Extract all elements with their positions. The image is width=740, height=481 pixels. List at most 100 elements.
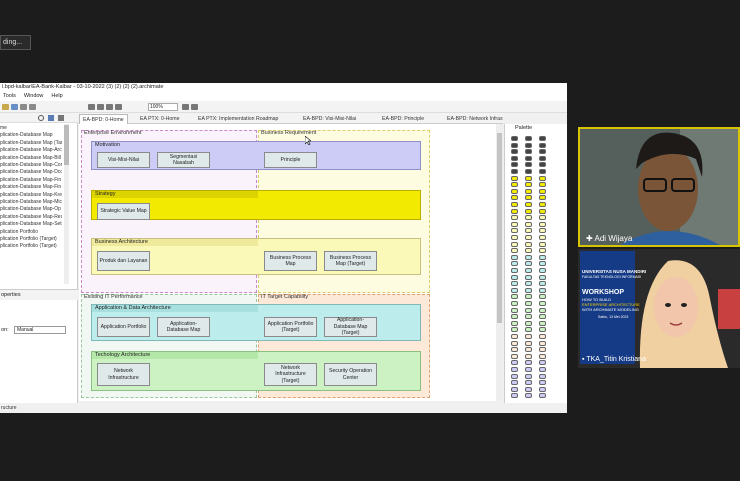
palette-tool-icon[interactable] bbox=[539, 182, 546, 188]
palette-tool-icon[interactable] bbox=[525, 215, 532, 221]
palette-tool-icon[interactable] bbox=[525, 380, 532, 386]
palette-tool-icon[interactable] bbox=[511, 149, 518, 155]
tree-item[interactable]: plication-Database Map-Bill bbox=[0, 155, 62, 162]
tree-item[interactable]: plication-Database Map-Res bbox=[0, 214, 62, 221]
palette-tool-icon[interactable] bbox=[525, 287, 532, 293]
palette-tool-icon[interactable] bbox=[511, 182, 518, 188]
canvas-scroll-thumb[interactable] bbox=[497, 133, 502, 323]
palette-tool-icon[interactable] bbox=[525, 254, 532, 260]
element-segmentasi-nasabah[interactable]: Segmentasi Nasabah bbox=[157, 152, 210, 168]
palette-tool-icon[interactable] bbox=[511, 241, 518, 247]
palette-tool-icon[interactable] bbox=[539, 393, 546, 399]
palette-tool-icon[interactable] bbox=[539, 334, 546, 339]
palette-tool-icon[interactable] bbox=[525, 393, 532, 399]
palette-tool-icon[interactable] bbox=[525, 228, 532, 234]
palette-tool-icon[interactable] bbox=[539, 208, 546, 214]
palette-tool-icon[interactable] bbox=[539, 360, 546, 366]
palette-tool-icon[interactable] bbox=[511, 327, 518, 333]
tree-item[interactable]: plication-Database Map (Tar bbox=[0, 140, 62, 147]
tab-network-infrastructure[interactable]: EA-BPD: Network Infrastructure bbox=[444, 114, 503, 124]
palette-tool-icon[interactable] bbox=[511, 195, 518, 201]
palette-tool-icon[interactable] bbox=[511, 294, 518, 300]
filter-icon[interactable] bbox=[48, 115, 54, 121]
align-icon[interactable] bbox=[88, 104, 95, 110]
palette-tool-icon[interactable] bbox=[511, 373, 518, 379]
palette-tool-icon[interactable] bbox=[539, 261, 546, 267]
undo-icon[interactable] bbox=[20, 104, 27, 110]
color-icon[interactable] bbox=[115, 104, 122, 110]
tree-item[interactable]: plication-Database Map-Op bbox=[0, 206, 62, 213]
tree-item[interactable]: plication-Database Map-Mic bbox=[0, 199, 62, 206]
palette-tool-icon[interactable] bbox=[511, 142, 518, 148]
palette-tool-icon[interactable] bbox=[539, 169, 546, 174]
palette-tool-icon[interactable] bbox=[539, 136, 546, 141]
palette-tool-icon[interactable] bbox=[539, 340, 546, 346]
element-security-operation-center[interactable]: Security Operation Center bbox=[324, 363, 377, 386]
palette-tool-icon[interactable] bbox=[525, 347, 532, 353]
palette-tool-icon[interactable] bbox=[511, 215, 518, 221]
palette-tool-icon[interactable] bbox=[539, 175, 546, 181]
palette-tool-icon[interactable] bbox=[539, 142, 546, 148]
font-icon[interactable] bbox=[106, 104, 113, 110]
palette-tool-icon[interactable] bbox=[511, 155, 518, 161]
tree-item[interactable]: plication Portfolio (Target) bbox=[0, 243, 62, 250]
palette-tool-icon[interactable] bbox=[539, 314, 546, 320]
palette-tool-icon[interactable] bbox=[525, 261, 532, 267]
element-application-database-map-target[interactable]: Application-Database Map (Target) bbox=[324, 317, 377, 337]
palette-tool-icon[interactable] bbox=[525, 208, 532, 214]
palette-tool-icon[interactable] bbox=[525, 195, 532, 201]
collapse-icon[interactable] bbox=[58, 115, 64, 121]
palette-tool-icon[interactable] bbox=[539, 221, 546, 227]
tab-implementation-roadmap[interactable]: EA PTX: Implementation Roadmap bbox=[195, 114, 281, 124]
palette-tool-icon[interactable] bbox=[525, 373, 532, 379]
search-icon[interactable] bbox=[38, 115, 44, 121]
palette-tool-icon[interactable] bbox=[525, 386, 532, 392]
palette-tool-icon[interactable] bbox=[511, 268, 518, 273]
palette-tool-icon[interactable] bbox=[525, 241, 532, 247]
palette-tool-icon[interactable] bbox=[539, 373, 546, 379]
element-visi-misi-nilai[interactable]: Visi-Misi-Nilai bbox=[97, 152, 150, 168]
palette-tool-icon[interactable] bbox=[539, 301, 546, 306]
palette-tool-icon[interactable] bbox=[525, 327, 532, 333]
palette-tool-icon[interactable] bbox=[539, 248, 546, 254]
participant-tile-titin[interactable]: UNIVERSITAS NUSA MANDIRI FAKULTAS TEKNOL… bbox=[578, 249, 740, 368]
palette-tool-icon[interactable] bbox=[525, 320, 532, 326]
palette-tool-icon[interactable] bbox=[525, 268, 532, 273]
palette-tool-icon[interactable] bbox=[511, 353, 518, 359]
palette-tool-icon[interactable] bbox=[511, 281, 518, 287]
tree-item[interactable]: plication Portfolio (Target) bbox=[0, 236, 62, 243]
palette-tool-icon[interactable] bbox=[511, 347, 518, 353]
palette-tool-icon[interactable] bbox=[511, 169, 518, 174]
zoom-in-icon[interactable] bbox=[182, 104, 189, 110]
palette-tool-icon[interactable] bbox=[525, 142, 532, 148]
palette-tool-icon[interactable] bbox=[539, 287, 546, 293]
redo-icon[interactable] bbox=[29, 104, 36, 110]
tree-item[interactable]: plication-Database Map-Arc bbox=[0, 147, 62, 154]
palette-tool-icon[interactable] bbox=[525, 155, 532, 161]
palette-tool-icon[interactable] bbox=[539, 202, 546, 207]
palette-tool-icon[interactable] bbox=[525, 274, 532, 280]
palette-tool-icon[interactable] bbox=[511, 287, 518, 293]
menu-help[interactable]: Help bbox=[51, 93, 62, 99]
tab-principle[interactable]: EA-BPD: Principle bbox=[379, 114, 427, 124]
tab-bpd-home[interactable]: EA-BPD: 0-Home bbox=[79, 114, 128, 124]
palette-tool-icon[interactable] bbox=[525, 136, 532, 141]
palette-tool-icon[interactable] bbox=[525, 360, 532, 366]
palette-tool-icon[interactable] bbox=[511, 228, 518, 234]
palette-tool-icon[interactable] bbox=[539, 155, 546, 161]
palette-tool-icon[interactable] bbox=[539, 380, 546, 386]
tree-item[interactable]: plication-Database Map-Fin bbox=[0, 184, 62, 191]
open-folder-icon[interactable] bbox=[2, 104, 9, 110]
zoom-out-icon[interactable] bbox=[191, 104, 198, 110]
palette-tool-icon[interactable] bbox=[525, 149, 532, 155]
palette-tool-icon[interactable] bbox=[539, 320, 546, 326]
palette-tool-icon[interactable] bbox=[525, 235, 532, 240]
palette-tool-icon[interactable] bbox=[511, 254, 518, 260]
format-icon[interactable] bbox=[97, 104, 104, 110]
palette-tool-icon[interactable] bbox=[511, 380, 518, 386]
palette-tool-icon[interactable] bbox=[525, 301, 532, 306]
palette-tool-icon[interactable] bbox=[511, 307, 518, 313]
diagram-canvas[interactable]: Enterprise Environment Business Requirem… bbox=[79, 124, 503, 401]
element-produk-dan-layanan[interactable]: Produk dan Layanan bbox=[97, 251, 150, 271]
tree-item[interactable]: me bbox=[0, 125, 62, 132]
